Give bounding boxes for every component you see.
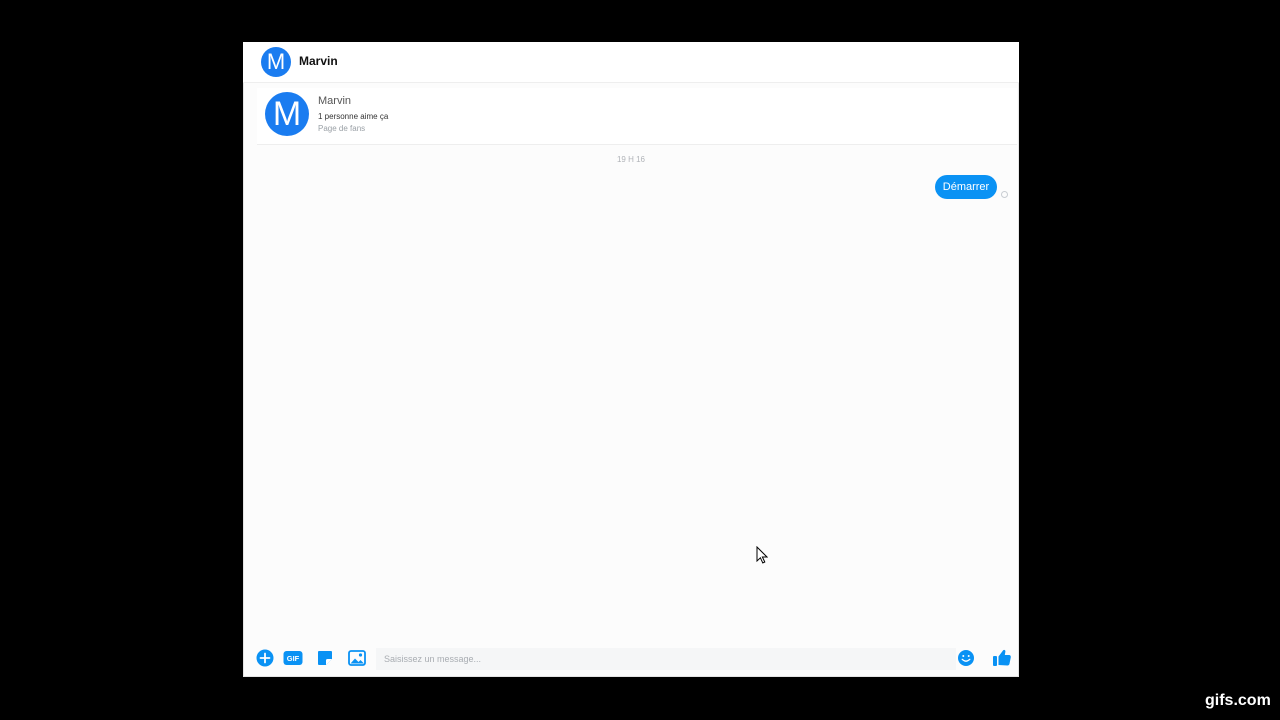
message-input[interactable]	[376, 648, 956, 670]
page-category: Page de fans	[318, 124, 366, 133]
page-name[interactable]: Marvin	[318, 95, 351, 107]
page-likes: 1 personne aime ça	[318, 112, 389, 121]
plus-icon[interactable]	[256, 649, 274, 667]
conversation-header: M Marvin	[243, 42, 1019, 83]
page-info-card: M Marvin 1 personne aime ça Page de fans	[257, 88, 1017, 145]
watermark: gifs.com	[1205, 692, 1271, 709]
messenger-window: M Marvin M Marvin 1 personne aime ça Pag…	[243, 42, 1019, 677]
delivered-indicator-icon	[1001, 191, 1008, 198]
emoji-icon[interactable]	[957, 649, 975, 667]
gif-icon[interactable]: GIF	[283, 649, 303, 667]
contact-name[interactable]: Marvin	[299, 54, 338, 68]
image-icon[interactable]	[348, 649, 366, 667]
avatar[interactable]: M	[261, 47, 291, 77]
mouse-pointer-icon	[756, 545, 769, 569]
sent-message-bubble[interactable]: Démarrer	[935, 175, 997, 199]
thumbs-up-icon[interactable]	[991, 647, 1013, 669]
page-avatar[interactable]: M	[265, 92, 309, 136]
gif-label: GIF	[287, 654, 300, 663]
sticker-icon[interactable]	[316, 649, 334, 667]
message-composer: GIF	[243, 642, 1019, 677]
message-timestamp: 19 H 16	[616, 155, 646, 164]
